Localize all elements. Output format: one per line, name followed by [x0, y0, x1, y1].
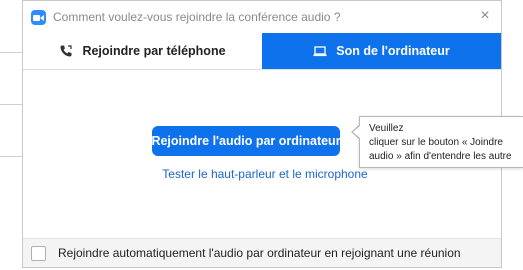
auto-join-audio-checkbox[interactable]	[31, 246, 46, 261]
tab-computer-audio[interactable]: Son de l'ordinateur	[262, 33, 501, 69]
help-tooltip: Veuillez cliquer sur le bouton « Joindre…	[359, 116, 523, 168]
auto-join-audio-label: Rejoindre automatiquement l'audio par or…	[58, 246, 461, 260]
close-icon[interactable]: ×	[477, 8, 493, 24]
tab-phone[interactable]: Rejoindre par téléphone	[23, 33, 262, 69]
zoom-camera-icon	[31, 10, 46, 25]
dialog-titlebar: Comment voulez-vous rejoindre la confére…	[23, 1, 501, 33]
test-speaker-microphone-label: Tester le haut-parleur et le microphone	[162, 167, 368, 181]
dialog-title: Comment voulez-vous rejoindre la confére…	[53, 10, 341, 24]
tooltip-line: cliquer sur le bouton « Joindre	[369, 137, 503, 148]
laptop-icon	[313, 44, 327, 58]
tooltip-line: Veuillez	[369, 123, 404, 134]
test-speaker-microphone-link[interactable]: Tester le haut-parleur et le microphone	[23, 167, 501, 181]
tab-computer-audio-label: Son de l'ordinateur	[336, 44, 450, 58]
join-computer-audio-button[interactable]: Rejoindre l'audio par ordinateur	[151, 126, 341, 156]
background-divider	[0, 104, 22, 105]
audio-tabs: Rejoindre par téléphone Son de l'ordinat…	[23, 33, 501, 70]
dialog-footer: Rejoindre automatiquement l'audio par or…	[23, 238, 501, 267]
background-divider	[0, 156, 22, 157]
phone-icon	[59, 44, 73, 58]
tab-phone-label: Rejoindre par téléphone	[82, 44, 226, 58]
background-window-edge	[0, 0, 22, 270]
background-divider	[0, 52, 22, 53]
tooltip-arrow	[353, 125, 361, 139]
tooltip-line: audio » afin d'entendre les autre	[369, 151, 512, 162]
